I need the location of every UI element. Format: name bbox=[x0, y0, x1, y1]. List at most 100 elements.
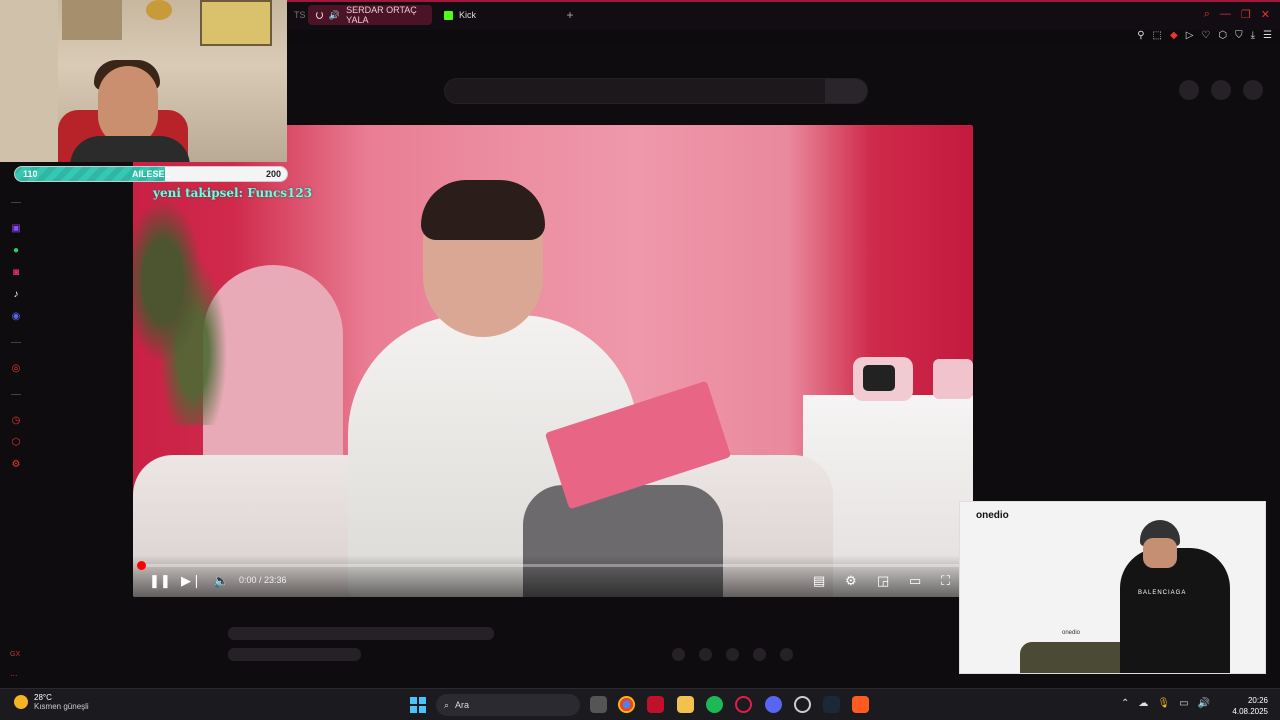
app-icon[interactable] bbox=[794, 696, 811, 713]
steam-icon[interactable] bbox=[823, 696, 840, 713]
notifications-icon[interactable] bbox=[1211, 80, 1231, 100]
next-button[interactable]: ▶❘ bbox=[181, 573, 202, 589]
action-placeholder bbox=[753, 648, 766, 661]
player-controls: ❚❚ ▶❘ 🔈 0:00 / 23:36 ▤ ⚙ ◲ ▭ ⛶ bbox=[133, 555, 973, 597]
progress-bar[interactable] bbox=[141, 564, 965, 567]
sidebar-divider bbox=[11, 342, 21, 343]
extensions-icon[interactable]: ⬡ bbox=[1218, 30, 1227, 41]
discord-icon[interactable]: ◉ bbox=[10, 311, 22, 323]
twitch-icon[interactable]: ▣ bbox=[10, 223, 22, 235]
audio-icon[interactable]: 🔊 bbox=[329, 10, 340, 21]
goal-target: 200 bbox=[265, 169, 281, 179]
opera-gx-icon[interactable] bbox=[735, 696, 752, 713]
tab-kick-label: Kick bbox=[459, 10, 477, 20]
microphone-icon[interactable]: 🎙 bbox=[1157, 698, 1170, 709]
weather-desc: Kısmen güneşli bbox=[34, 702, 89, 711]
close-icon[interactable]: ✕ bbox=[1261, 8, 1270, 21]
clock[interactable]: 20:26 4.08.2025 bbox=[1232, 695, 1268, 717]
tab-partial[interactable]: TS bbox=[286, 5, 308, 25]
player-icon[interactable]: ▷ bbox=[1186, 30, 1194, 41]
extensions-icon[interactable]: ⬡ bbox=[10, 437, 22, 449]
weather-temp: 28°C bbox=[34, 693, 52, 702]
follower-goal-bar: 110 AILESEL 200 bbox=[14, 166, 288, 182]
tiktok-icon[interactable]: ♪ bbox=[10, 289, 22, 301]
onedio-logo: onedio bbox=[976, 510, 1009, 521]
settings-icon[interactable]: ⚙ bbox=[10, 459, 22, 471]
app-orange-icon[interactable] bbox=[852, 696, 869, 713]
subtitles-button[interactable]: ▤ bbox=[813, 573, 825, 589]
player-icon[interactable]: ◎ bbox=[10, 363, 22, 375]
miniplayer-button[interactable]: ◲ bbox=[877, 573, 889, 589]
tab-serdar-ortac[interactable]: 🔊 SERDAR ORTAÇ YALA bbox=[308, 5, 432, 25]
progress-scrubber[interactable] bbox=[137, 561, 146, 570]
system-tray: ⌃ ☁ 🎙 ▭ 🔊 bbox=[1121, 698, 1210, 709]
webcam-poster bbox=[62, 0, 122, 40]
browser-sidebar: ▣ ● ◙ ♪ ◉ ◎ ◷ ⬡ ⚙ GX ... bbox=[0, 160, 32, 688]
download-icon[interactable]: ⤓ bbox=[1251, 30, 1255, 41]
title-placeholder bbox=[228, 627, 494, 640]
action-placeholder bbox=[780, 648, 793, 661]
vpn-icon[interactable]: ⛉ bbox=[1235, 30, 1243, 41]
clock-date: 4.08.2025 bbox=[1232, 707, 1268, 716]
search-icon: ⌕ bbox=[444, 699, 450, 710]
search-icon[interactable]: ⌕ bbox=[1204, 8, 1210, 21]
minimize-icon[interactable]: — bbox=[1220, 8, 1231, 21]
create-icon[interactable] bbox=[1179, 80, 1199, 100]
volume-icon[interactable]: 🔊 bbox=[1198, 698, 1210, 709]
restore-icon[interactable]: ❐ bbox=[1241, 8, 1251, 21]
weather-widget[interactable]: 28°C Kısmen güneşli bbox=[14, 693, 89, 711]
tabbar-accent-line bbox=[286, 0, 1280, 2]
pink-device bbox=[933, 359, 973, 399]
loading-spinner-icon bbox=[316, 11, 323, 19]
menu-icon[interactable]: ☰ bbox=[1263, 30, 1272, 41]
heart-icon[interactable]: ♡ bbox=[1201, 30, 1210, 41]
spotify-icon[interactable] bbox=[706, 696, 723, 713]
tab-active-label: SERDAR ORTAÇ YALA bbox=[346, 5, 417, 25]
webcam-face bbox=[98, 66, 158, 146]
volume-button[interactable]: 🔈 bbox=[213, 573, 229, 589]
webcam-shelf bbox=[0, 0, 58, 162]
amd-icon[interactable] bbox=[647, 696, 664, 713]
avatar[interactable] bbox=[1243, 80, 1263, 100]
taskbar-search[interactable]: ⌕ Ara bbox=[436, 694, 580, 716]
plant bbox=[133, 185, 233, 425]
streamer-webcam bbox=[0, 0, 287, 162]
file-explorer-icon[interactable] bbox=[677, 696, 694, 713]
action-placeholder bbox=[699, 648, 712, 661]
chrome-icon[interactable] bbox=[618, 696, 635, 713]
theater-button[interactable]: ▭ bbox=[909, 573, 921, 589]
task-view-icon[interactable] bbox=[590, 696, 607, 713]
browser-toolbar: ⚲ ⬚ ◆ ▷ ♡ ⬡ ⛉ ⤓ ☰ bbox=[286, 30, 1280, 46]
fullscreen-button[interactable]: ⛶ bbox=[941, 573, 950, 589]
kick-logo-icon bbox=[444, 10, 453, 20]
action-placeholder bbox=[672, 648, 685, 661]
tab-kick[interactable]: Kick bbox=[436, 5, 560, 25]
new-tab-button[interactable]: + bbox=[562, 5, 578, 25]
start-button[interactable] bbox=[410, 697, 426, 713]
windows-taskbar: 28°C Kısmen güneşli ⌕ Ara ⌃ ☁ 🎙 ▭ 🔊 20:2… bbox=[0, 688, 1280, 720]
network-icon[interactable]: ▭ bbox=[1179, 698, 1188, 709]
goal-label: AILESEL bbox=[132, 169, 171, 179]
window-controls: ⌕ — ❐ ✕ bbox=[1204, 8, 1270, 21]
sofa-logo: onedio bbox=[1062, 630, 1081, 636]
settings-button[interactable]: ⚙ bbox=[845, 573, 857, 589]
pin-icon[interactable]: ⚲ bbox=[1137, 30, 1144, 41]
pause-button[interactable]: ❚❚ bbox=[149, 573, 171, 589]
search-input[interactable] bbox=[444, 78, 868, 104]
history-icon[interactable]: ◷ bbox=[10, 415, 22, 427]
instagram-icon[interactable]: ◙ bbox=[10, 267, 22, 279]
discord-icon[interactable] bbox=[765, 696, 782, 713]
guest-camera: onedio onedio BALENCIAGA bbox=[959, 501, 1266, 674]
channel-placeholder bbox=[228, 648, 361, 661]
onedrive-icon[interactable]: ☁ bbox=[1138, 698, 1148, 709]
gx-label[interactable]: GX bbox=[10, 651, 20, 658]
more-icon[interactable]: ... bbox=[10, 668, 18, 678]
snapshot-icon[interactable]: ⬚ bbox=[1153, 30, 1162, 41]
person-hair bbox=[421, 180, 545, 240]
chevron-up-icon[interactable]: ⌃ bbox=[1121, 698, 1129, 709]
clock-time: 20:26 bbox=[1247, 696, 1268, 705]
whatsapp-icon[interactable]: ● bbox=[10, 245, 22, 257]
search-button[interactable] bbox=[825, 79, 867, 103]
pocket-icon[interactable]: ◆ bbox=[1170, 30, 1178, 41]
webcam-body bbox=[70, 136, 190, 162]
